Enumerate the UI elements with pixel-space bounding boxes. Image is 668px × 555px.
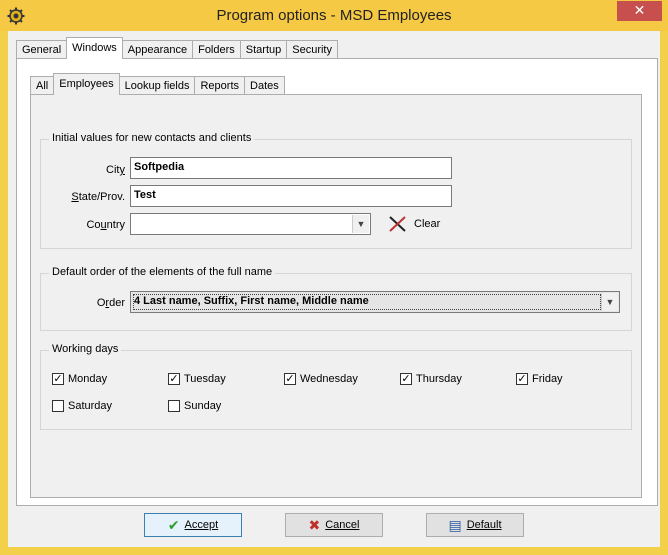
checkmark-icon: ✔ <box>167 517 180 533</box>
cancel-x-icon: ✖ <box>308 517 321 533</box>
friday-checkbox[interactable]: ✓ Friday <box>516 373 563 385</box>
wednesday-label: Wednesday <box>300 373 358 385</box>
checkmark-icon: ✓ <box>168 373 180 385</box>
monday-checkbox[interactable]: ✓ Monday <box>52 373 107 385</box>
windows-tab-panel: All Employees Lookup fields Reports Date… <box>16 58 658 506</box>
tab-windows[interactable]: Windows <box>66 37 123 59</box>
order-select[interactable]: 4 Last name, Suffix, First name, Middle … <box>130 291 620 313</box>
monday-label: Monday <box>68 373 108 385</box>
wednesday-checkbox[interactable]: ✓ Wednesday <box>284 373 358 385</box>
cancel-button[interactable]: ✖ Cancel <box>285 513 383 537</box>
initial-values-group: Initial values for new contacts and clie… <box>40 132 632 249</box>
city-label: City <box>106 164 125 176</box>
window-title: Program options - MSD Employees <box>216 7 452 24</box>
clear-x-icon <box>389 216 406 232</box>
working-days-group: Working days ✓ Monday ✓ Tuesday ✓ Wednes… <box>40 343 632 430</box>
title-bar[interactable]: Program options - MSD Employees ✕ <box>0 0 668 31</box>
order-value: 4 Last name, Suffix, First name, Middle … <box>134 295 369 307</box>
tab-appearance[interactable]: Appearance <box>121 40 194 58</box>
employees-tab-panel: Initial values for new contacts and clie… <box>30 94 642 498</box>
tab-employees[interactable]: Employees <box>53 73 120 95</box>
accept-label: Accept <box>184 519 219 531</box>
tab-startup[interactable]: Startup <box>239 40 288 58</box>
initial-values-group-label: Initial values for new contacts and clie… <box>49 132 255 144</box>
sunday-checkbox[interactable]: Sunday <box>168 400 221 412</box>
tuesday-checkbox[interactable]: ✓ Tuesday <box>168 373 226 385</box>
checkmark-icon: ✓ <box>400 373 412 385</box>
empty-checkbox-icon <box>52 400 64 412</box>
tab-all[interactable]: All <box>30 76 55 94</box>
chevron-down-icon[interactable]: ▼ <box>352 215 369 233</box>
tab-security[interactable]: Security <box>286 40 338 58</box>
saturday-checkbox[interactable]: Saturday <box>52 400 112 412</box>
tab-folders[interactable]: Folders <box>192 40 241 58</box>
city-input[interactable]: Softpedia <box>130 157 452 179</box>
dialog-client: General Windows Appearance Folders Start… <box>8 31 660 547</box>
thursday-label: Thursday <box>416 373 462 385</box>
checkmark-icon: ✓ <box>516 373 528 385</box>
state-input[interactable]: Test <box>130 185 452 207</box>
tab-dates[interactable]: Dates <box>244 76 285 94</box>
clear-label: Clear <box>414 218 441 230</box>
country-select[interactable]: ▼ <box>130 213 371 235</box>
cancel-label: Cancel <box>325 519 360 531</box>
country-label: Country <box>86 219 125 231</box>
working-days-group-label: Working days <box>49 343 122 355</box>
tuesday-label: Tuesday <box>184 373 226 385</box>
chevron-down-icon[interactable]: ▼ <box>601 293 618 311</box>
thursday-checkbox[interactable]: ✓ Thursday <box>400 373 462 385</box>
state-label: State/Prov. <box>71 191 125 203</box>
default-button[interactable]: ▤ Default <box>426 513 524 537</box>
tab-lookup-fields[interactable]: Lookup fields <box>118 76 196 94</box>
default-label: Default <box>466 519 502 531</box>
tab-reports[interactable]: Reports <box>194 76 246 94</box>
full-name-order-group-label: Default order of the elements of the ful… <box>49 266 276 278</box>
tab-general[interactable]: General <box>16 40 68 58</box>
document-icon: ▤ <box>448 517 462 533</box>
saturday-label: Saturday <box>68 400 113 412</box>
accept-button[interactable]: ✔ Accept <box>144 513 242 537</box>
sunday-label: Sunday <box>184 400 222 412</box>
full-name-order-group: Default order of the elements of the ful… <box>40 266 632 331</box>
order-label: Order <box>96 297 125 309</box>
close-icon: ✕ <box>633 2 646 18</box>
program-options-window: Program options - MSD Employees ✕ Genera… <box>0 0 668 555</box>
clear-button[interactable]: Clear <box>388 215 440 233</box>
checkmark-icon: ✓ <box>52 373 64 385</box>
close-button[interactable]: ✕ <box>617 1 662 21</box>
checkmark-icon: ✓ <box>284 373 296 385</box>
empty-checkbox-icon <box>168 400 180 412</box>
inner-tab-strip: All Employees Lookup fields Reports Date… <box>30 73 285 95</box>
friday-label: Friday <box>532 373 563 385</box>
outer-tab-strip: General Windows Appearance Folders Start… <box>16 37 338 59</box>
